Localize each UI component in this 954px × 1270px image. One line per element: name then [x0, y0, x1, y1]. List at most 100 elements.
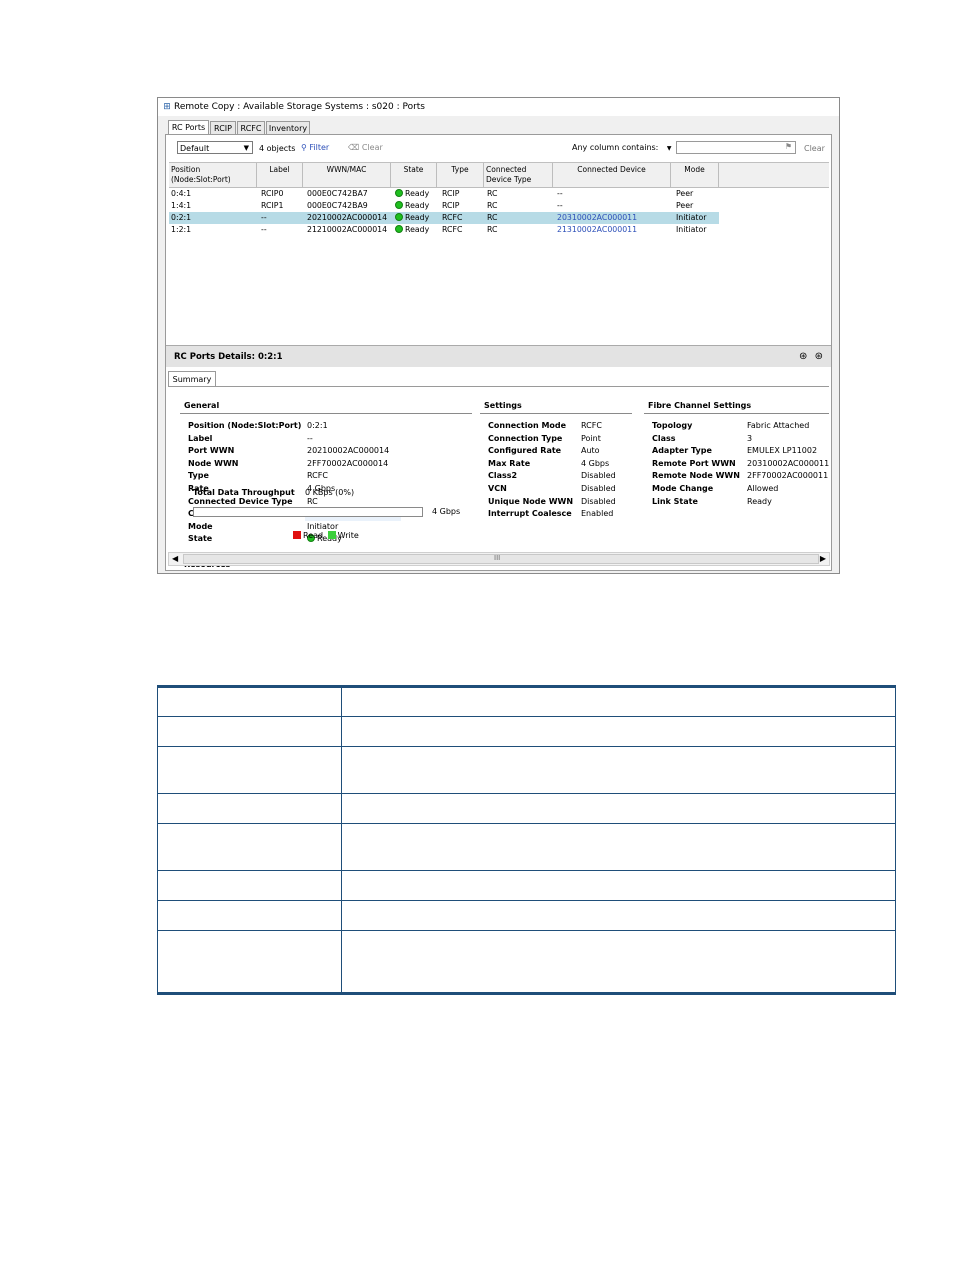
fc-value: 2FF70002AC000011 [747, 471, 829, 481]
window-app-icon: ⊞ [163, 102, 171, 112]
cell-state-text: Ready [405, 201, 430, 210]
cell-conn-device: -- [557, 189, 563, 198]
doc-table-row [157, 930, 896, 995]
cell-type: RCFC [442, 225, 463, 234]
details-panel: RC Ports Details: 0:2:1 ⊛ ⊛ Summary Gene… [166, 345, 831, 570]
settings-key: Connection Mode [488, 421, 567, 430]
general-value: 0:2:1 [307, 421, 328, 430]
tab-rcip[interactable]: RCIP [210, 121, 236, 135]
col-connected-device-type[interactable]: Connected Device Type [484, 163, 553, 187]
cell-type: RCFC [442, 213, 463, 222]
clear-filter-label: Clear [361, 143, 383, 152]
general-heading: General [184, 401, 220, 410]
tab-content: Default ▼ 4 objects ⚲ Filter ⌫ Clear Any… [165, 134, 832, 574]
general-key: Label [188, 433, 213, 443]
throughput-bar-max: 4 Gbps [432, 507, 461, 516]
expand-down-icon[interactable]: ⊛ [815, 351, 823, 362]
cell-conn-type: RC [487, 189, 498, 198]
cell-type: RCIP [442, 201, 460, 210]
cell-wwn: 000E0C742BA9 [307, 201, 368, 210]
tab-rc-ports[interactable]: RC Ports [168, 120, 209, 135]
settings-value: Disabled [581, 471, 616, 481]
settings-key: VCN [488, 484, 507, 493]
fc-value: Fabric Attached [747, 421, 810, 430]
settings-value: Disabled [581, 496, 616, 506]
doc-cell [157, 685, 342, 717]
doc-cell [341, 823, 896, 871]
horizontal-scrollbar[interactable]: ◀ III ▶ [168, 552, 830, 566]
settings-divider [480, 413, 632, 414]
cell-conn-device-link[interactable]: 21310002AC000011 [557, 224, 637, 236]
view-select-value: Default [180, 144, 210, 153]
cell-conn-type: RC [487, 225, 498, 234]
tab-inventory[interactable]: Inventory [266, 121, 310, 135]
settings-key: Connection Type [488, 433, 563, 443]
general-value: 20210002AC000014 [307, 446, 390, 456]
doc-table-row [157, 823, 896, 871]
scroll-right-icon[interactable]: ▶ [820, 553, 826, 565]
cell-wwn: 21210002AC000014 [307, 225, 388, 234]
eraser-icon: ⌫ [348, 143, 360, 152]
cell-mode: Initiator [676, 213, 707, 222]
col-label[interactable]: Label [257, 163, 303, 187]
cell-mode: Peer [676, 201, 694, 210]
col-wwn[interactable]: WWN/MAC [303, 163, 391, 187]
col-type[interactable]: Type [437, 163, 484, 187]
table-row-selected[interactable]: 0:2:1 -- 20210002AC000014 Ready RCFC RC … [169, 212, 719, 224]
remote-copy-ports-window: ⊞ Remote Copy : Available Storage Systems… [157, 97, 840, 574]
cell-conn-device-link[interactable]: 20310002AC000011 [557, 212, 637, 224]
col-mode[interactable]: Mode [671, 163, 719, 187]
fc-key: Adapter Type [652, 446, 712, 456]
doc-cell [157, 746, 342, 794]
tab-summary[interactable]: Summary [168, 371, 216, 387]
doc-cell [341, 930, 896, 995]
fc-key: Remote Node WWN [652, 471, 740, 481]
details-controls: ⊛ ⊛ [799, 346, 823, 368]
tab-rcfc[interactable]: RCFC [237, 121, 265, 135]
cell-position: 1:4:1 [171, 201, 192, 210]
search-clear-button[interactable]: Clear [804, 144, 825, 153]
doc-cell [157, 930, 342, 995]
doc-cell [341, 716, 896, 747]
resources-divider [180, 573, 472, 574]
search-input[interactable]: ⚑ [676, 141, 796, 154]
table-row[interactable]: 1:4:1 RCIP1 000E0C742BA9 Ready RCIP RC -… [169, 200, 719, 212]
collapse-up-icon[interactable]: ⊛ [799, 351, 807, 362]
search-icon: ⚑ [784, 142, 792, 151]
table-row[interactable]: 1:2:1 -- 21210002AC000014 Ready RCFC RC … [169, 224, 719, 236]
read-swatch [293, 531, 301, 539]
doc-cell [341, 746, 896, 794]
settings-key: Class2 [488, 471, 518, 481]
fc-value: Allowed [747, 484, 779, 493]
filter-button[interactable]: ⚲ Filter [301, 143, 329, 152]
column-filter-dropdown[interactable]: Any column contains: ▼ [572, 143, 672, 152]
view-select[interactable]: Default ▼ [177, 141, 253, 154]
throughput-value: 0 KBps (0%) [305, 488, 355, 497]
fc-key: Class [652, 433, 676, 443]
cell-label: RCIP0 [261, 189, 284, 198]
cell-state: Ready [395, 200, 429, 212]
col-position[interactable]: Position (Node:Slot:Port) [169, 163, 257, 187]
general-key: Position (Node:Slot:Port) [188, 421, 302, 430]
table-row[interactable]: 0:4:1 RCIP0 000E0C742BA7 Ready RCIP RC -… [169, 188, 719, 200]
details-header: RC Ports Details: 0:2:1 ⊛ ⊛ [166, 345, 831, 367]
cell-state-text: Ready [405, 225, 430, 234]
summary-panel: General Position (Node:Slot:Port) 0:2:1 L… [168, 386, 829, 569]
cell-mode: Initiator [676, 225, 707, 234]
status-ready-icon [395, 201, 403, 209]
general-value: RCFC [307, 471, 328, 481]
cell-conn-type: RC [487, 201, 498, 210]
window-title: Remote Copy : Available Storage Systems … [174, 102, 425, 112]
settings-key: Max Rate [488, 458, 531, 468]
cell-state: Ready [395, 224, 429, 236]
col-connected-device[interactable]: Connected Device [553, 163, 671, 187]
scroll-left-icon[interactable]: ◀ [172, 553, 178, 565]
scrollbar-thumb[interactable]: III [183, 554, 819, 564]
objects-count: 4 objects [259, 144, 296, 153]
clear-filter-button[interactable]: ⌫ Clear [348, 143, 383, 152]
window-titlebar: ⊞ Remote Copy : Available Storage Systems… [158, 98, 839, 116]
settings-value: Enabled [581, 509, 614, 519]
col-state[interactable]: State [391, 163, 437, 187]
settings-value: Disabled [581, 484, 616, 493]
doc-table-header-row [157, 685, 896, 717]
